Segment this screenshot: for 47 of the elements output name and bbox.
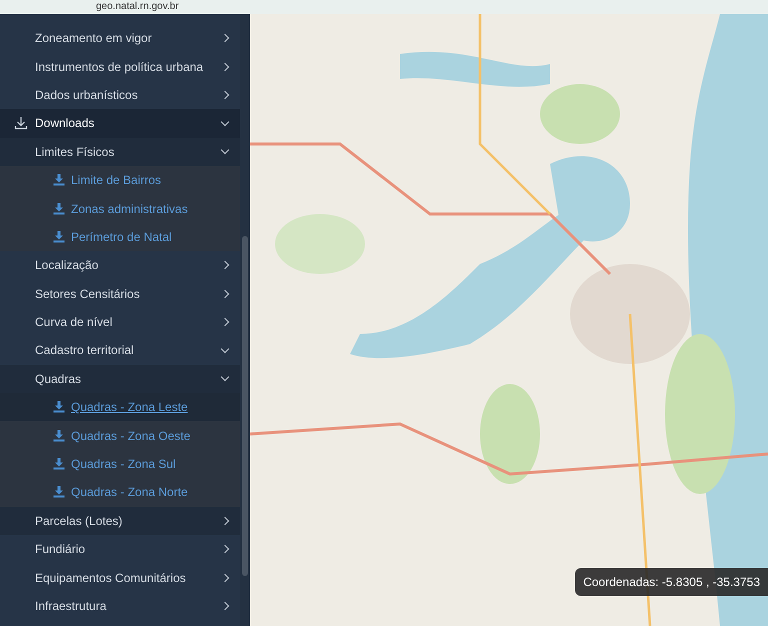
menu-label: Fundiário (35, 542, 86, 556)
coordinates-tooltip: Coordenadas: -5.8305 , -35.3753 (575, 568, 768, 596)
menu-item[interactable]: Quadras (0, 364, 240, 394)
menu-label: Zoneamento em vigor (35, 31, 153, 46)
download-icon (53, 458, 65, 470)
menu-item[interactable]: Parcelas (Lotes) (0, 506, 240, 536)
download-link[interactable]: Quadras - Zona Sul (0, 450, 240, 478)
menu-label: Equipamentos Comunitários (35, 570, 187, 585)
menu-item[interactable]: Infraestrutura (0, 592, 240, 620)
menu-item[interactable]: Fundiário (0, 535, 240, 564)
menu-item[interactable]: Downloads (0, 109, 240, 138)
download-icon (53, 202, 65, 215)
menu-label: Cadastro territorial (35, 343, 135, 358)
menu-label: Localização (35, 258, 100, 272)
menu-item[interactable]: Instrumentos de política urbana (0, 52, 240, 81)
menu-label: Dados urbanísticos (35, 88, 139, 102)
menu-item[interactable]: Dados urbanísticos (0, 80, 240, 110)
menu-label: Curva de nível (35, 315, 114, 330)
download-link[interactable]: Zonas administrativas (0, 194, 240, 223)
menu-label: Setores Censitários (35, 286, 141, 301)
download-icon (53, 401, 65, 414)
menu-item[interactable]: Cadastro territorial (0, 336, 240, 365)
menu-label: Infraestrutura (35, 599, 108, 613)
download-icon (53, 430, 65, 442)
scrollbar[interactable] (240, 14, 250, 626)
menu-item[interactable]: Localização (0, 251, 240, 280)
menu-item[interactable]: Limites Físicos (0, 138, 240, 166)
download-link[interactable]: Perímetro de Natal (0, 222, 240, 252)
menu-label: Quadras (35, 372, 82, 386)
menu-label: Instrumentos de política urbana (35, 60, 204, 74)
download-link[interactable]: Limite de Bairros (0, 166, 240, 194)
download-icon (53, 174, 65, 186)
download-link[interactable]: Quadras - Zona Oeste (0, 421, 240, 450)
map-drawing[interactable] (250, 14, 768, 626)
download-icon (14, 116, 28, 130)
download-link[interactable]: Quadras - Zona Leste (0, 393, 240, 422)
address-field[interactable]: geo.natal.rn.gov.br (96, 1, 179, 13)
menu-label: Limites Físicos (35, 144, 116, 159)
menu-label: Downloads (35, 116, 96, 130)
menu-label: Parcelas (Lotes) (35, 514, 124, 528)
menu-item[interactable]: Zoneamento em vigor (0, 24, 240, 52)
menu-item[interactable]: Setores Censitários (0, 280, 240, 308)
download-icon (53, 230, 65, 243)
menu-item[interactable]: Curva de nível (0, 308, 240, 336)
download-icon (53, 486, 65, 498)
download-link[interactable]: Quadras - Zona Norte (0, 478, 240, 507)
menu-item[interactable]: Equipamentos Comunitários (0, 563, 240, 592)
